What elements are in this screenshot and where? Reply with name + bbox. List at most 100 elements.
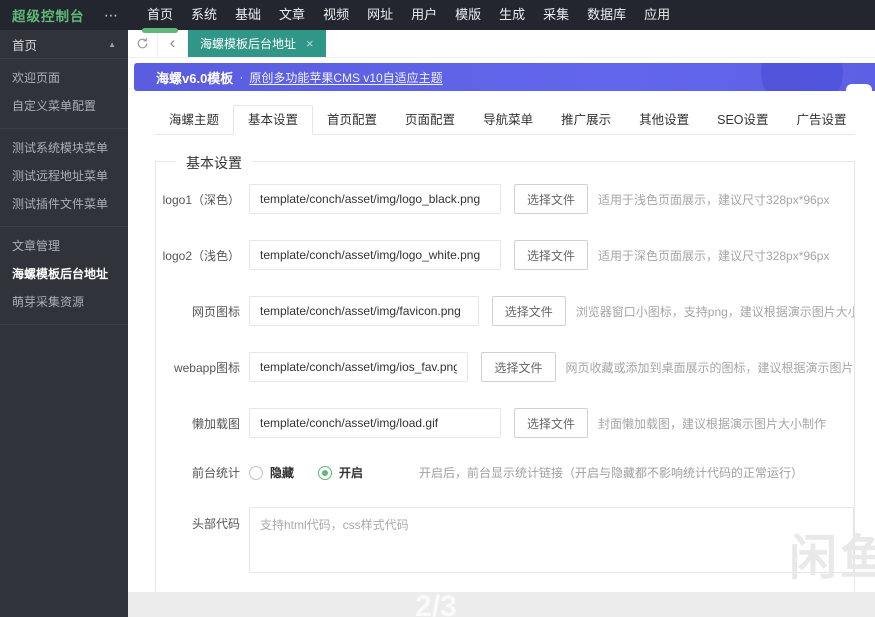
main-area: ‹ 海螺模板后台地址 × 海螺v6.0模板 · 原创多功能苹果CMS v10自适…: [128, 30, 875, 617]
form-row-front-stats: 前台统计 隐藏 开启 开启后，前台显示统计链接（开启与隐藏都不影响统计代码的正常…: [156, 464, 854, 481]
topnav-item-generate[interactable]: 生成: [490, 0, 534, 30]
favicon-label: 网页图标: [191, 304, 240, 319]
logo1-path-input[interactable]: [249, 184, 501, 214]
logo2-path-input[interactable]: [249, 240, 501, 270]
favicon-choose-file-button[interactable]: 选择文件: [491, 296, 566, 326]
webapp-icon-choose-file-button[interactable]: 选择文件: [481, 352, 556, 382]
webapp-icon-path-input[interactable]: [249, 352, 469, 382]
radio-hide-circle-icon: [249, 465, 263, 480]
settings-content: 海螺主题 基本设置 首页配置 页面配置 导航菜单 推广展示 其他设置 SEO设置…: [128, 91, 875, 591]
tab-home-config[interactable]: 首页配置: [313, 106, 391, 134]
form-row-favicon: 网页图标 选择文件 浏览器窗口小图标，支持png，建议根据演示图片大小制作: [156, 296, 854, 326]
topnav-item-home[interactable]: 首页: [138, 0, 182, 33]
refresh-button[interactable]: [128, 30, 158, 57]
logo2-choose-file-button[interactable]: 选择文件: [514, 240, 589, 270]
tab-ad-settings[interactable]: 广告设置: [783, 106, 861, 134]
topnav-item-collect[interactable]: 采集: [534, 0, 578, 30]
topnav-item-template[interactable]: 模版: [446, 0, 490, 30]
front-stats-hint: 开启后，前台显示统计链接（开启与隐藏都不影响统计代码的正常运行）: [419, 466, 804, 480]
radio-hide-label: 隐藏: [270, 466, 295, 480]
basic-settings-fieldset: 基本设置 logo1（深色） 选择文件 适用于浅色页面展示，建议尺寸328px*…: [155, 153, 855, 591]
sidebar-header-label: 首页: [12, 38, 38, 53]
favicon-path-input[interactable]: [249, 296, 479, 326]
open-page-tab[interactable]: 海螺模板后台地址 ×: [188, 30, 326, 57]
app-logo: 超级控制台: [12, 9, 85, 24]
lazyload-choose-file-button[interactable]: 选择文件: [514, 408, 589, 438]
sidebar-item-welcome-page[interactable]: 欢迎页面: [0, 64, 128, 92]
topnav-item-system[interactable]: 系统: [182, 0, 226, 30]
settings-tabs: 海螺主题 基本设置 首页配置 页面配置 导航菜单 推广展示 其他设置 SEO设置…: [155, 105, 855, 135]
lazyload-path-input[interactable]: [249, 408, 501, 438]
theme-banner: 海螺v6.0模板 · 原创多功能苹果CMS v10自适应主题: [134, 63, 875, 91]
tab-page-config[interactable]: 页面配置: [391, 106, 469, 134]
sidebar-group-header-home[interactable]: 首页 ▲: [0, 30, 128, 59]
webapp-icon-hint: 网页收藏或添加到桌面展示的图标，建议根据演示图片大小制作: [565, 360, 855, 375]
collapse-arrow-icon: ▲: [108, 39, 116, 49]
topnav-item-user[interactable]: 用户: [402, 0, 446, 30]
open-page-tab-label: 海螺模板后台地址: [200, 37, 297, 51]
lazyload-hint: 封面懒加载图，建议根据演示图片大小制作: [598, 416, 827, 431]
topnav-item-basic[interactable]: 基础: [226, 0, 270, 30]
tab-nav-menu[interactable]: 导航菜单: [469, 106, 547, 134]
refresh-icon: [137, 38, 148, 49]
sidebar-group-1: 欢迎页面 自定义菜单配置: [0, 59, 128, 129]
sidebar-item-article-management[interactable]: 文章管理: [0, 232, 128, 260]
radio-enable-circle-icon: [318, 465, 333, 480]
top-navigation: 首页 系统 基础 文章 视频 网址 用户 模版 生成 采集 数据库 应用: [128, 0, 679, 33]
front-stats-label: 前台统计: [191, 466, 240, 480]
fieldset-legend: 基本设置: [176, 153, 252, 173]
radio-hide[interactable]: 隐藏: [249, 464, 294, 481]
tab-other-settings[interactable]: 其他设置: [625, 106, 703, 134]
brand-area: 超级控制台 ⋯: [0, 0, 128, 30]
back-button[interactable]: ‹: [158, 30, 188, 57]
topnav-item-website[interactable]: 网址: [358, 0, 402, 30]
radio-enable-label: 开启: [339, 466, 364, 480]
sidebar-item-test-remote-url-menu[interactable]: 测试远程地址菜单: [0, 162, 128, 190]
banner-decor-pill: [846, 84, 872, 91]
banner-separator: ·: [239, 70, 244, 84]
back-chevron-icon: ‹: [169, 33, 176, 52]
favicon-hint: 浏览器窗口小图标，支持png，建议根据演示图片大小制作: [575, 304, 854, 319]
sidebar-item-custom-menu-config[interactable]: 自定义菜单配置: [0, 92, 128, 120]
topnav-item-video[interactable]: 视频: [314, 0, 358, 30]
logo1-hint: 适用于浅色页面展示，建议尺寸328px*96px: [598, 192, 830, 207]
banner-decor-circle: [761, 63, 843, 91]
form-row-head-code: 头部代码: [156, 507, 854, 573]
topnav-item-application[interactable]: 应用: [635, 0, 679, 30]
sidebar-group-3: 文章管理 海螺模板后台地址 萌芽采集资源: [0, 227, 128, 325]
form-row-logo1: logo1（深色） 选择文件 适用于浅色页面展示，建议尺寸328px*96px: [156, 184, 854, 214]
sidebar: 首页 ▲ 欢迎页面 自定义菜单配置 测试系统模块菜单 测试远程地址菜单 测试插件…: [0, 30, 128, 617]
banner-title: 海螺v6.0模板: [156, 70, 234, 86]
top-header: 超级控制台 ⋯ 首页 系统 基础 文章 视频 网址 用户 模版 生成 采集 数据…: [0, 0, 875, 33]
form-row-logo2: logo2（浅色） 选择文件 适用于深色页面展示，建议尺寸328px*96px: [156, 240, 854, 270]
sidebar-item-test-system-module-menu[interactable]: 测试系统模块菜单: [0, 134, 128, 162]
tab-conch-theme[interactable]: 海螺主题: [155, 106, 233, 134]
page-indicator: 2/3: [415, 590, 457, 617]
logo2-label: logo2（浅色）: [162, 248, 240, 263]
head-code-textarea[interactable]: [249, 507, 854, 573]
form-row-webapp-icon: webapp图标 选择文件 网页收藏或添加到桌面展示的图标，建议根据演示图片大小…: [156, 352, 854, 382]
logo1-label: logo1（深色）: [162, 192, 240, 207]
sidebar-item-test-plugin-file-menu[interactable]: 测试插件文件菜单: [0, 190, 128, 218]
tab-close-icon[interactable]: ×: [306, 36, 314, 51]
webapp-icon-label: webapp图标: [173, 360, 240, 375]
tab-promo-display[interactable]: 推广展示: [547, 106, 625, 134]
tab-seo-settings[interactable]: SEO设置: [703, 106, 782, 134]
form-row-lazyload: 懒加载图 选择文件 封面懒加载图，建议根据演示图片大小制作: [156, 408, 854, 438]
logo2-hint: 适用于深色页面展示，建议尺寸328px*96px: [598, 248, 830, 263]
radio-enable[interactable]: 开启: [318, 464, 363, 481]
topnav-item-database[interactable]: 数据库: [578, 0, 635, 30]
sidebar-collapse-icon[interactable]: ⋯: [104, 7, 118, 24]
lazyload-label: 懒加载图: [191, 416, 240, 431]
topnav-item-article[interactable]: 文章: [270, 0, 314, 30]
sidebar-item-conch-template-admin-url[interactable]: 海螺模板后台地址: [0, 260, 128, 288]
window-tabbar: ‹ 海螺模板后台地址 ×: [128, 30, 875, 58]
sidebar-item-mengya-collect-resource[interactable]: 萌芽采集资源: [0, 288, 128, 316]
head-code-label: 头部代码: [191, 517, 240, 531]
sidebar-group-2: 测试系统模块菜单 测试远程地址菜单 测试插件文件菜单: [0, 129, 128, 227]
footer-bar: 2/3: [128, 590, 875, 617]
logo1-choose-file-button[interactable]: 选择文件: [514, 184, 589, 214]
tab-basic-settings[interactable]: 基本设置: [233, 105, 314, 135]
banner-subtitle-link[interactable]: 原创多功能苹果CMS v10自适应主题: [249, 69, 442, 86]
front-stats-radio-group: 隐藏 开启: [249, 464, 387, 481]
